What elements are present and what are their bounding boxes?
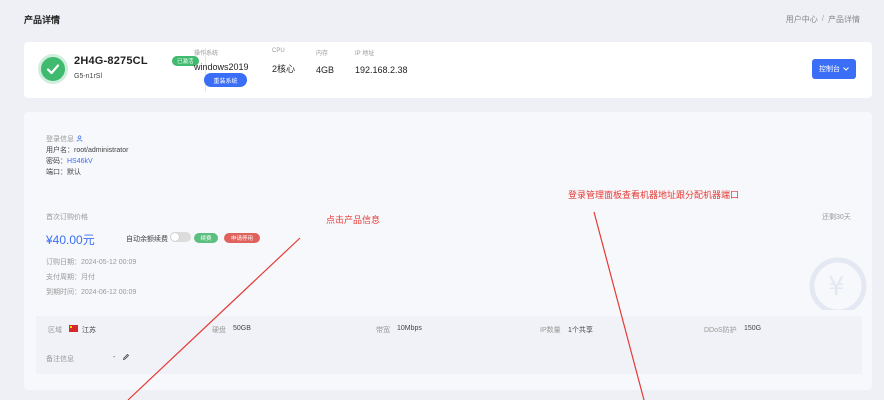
annotation-arrow-right	[593, 211, 645, 400]
annotation-arrow-left	[127, 237, 301, 400]
annotation-arrows	[127, 211, 645, 400]
